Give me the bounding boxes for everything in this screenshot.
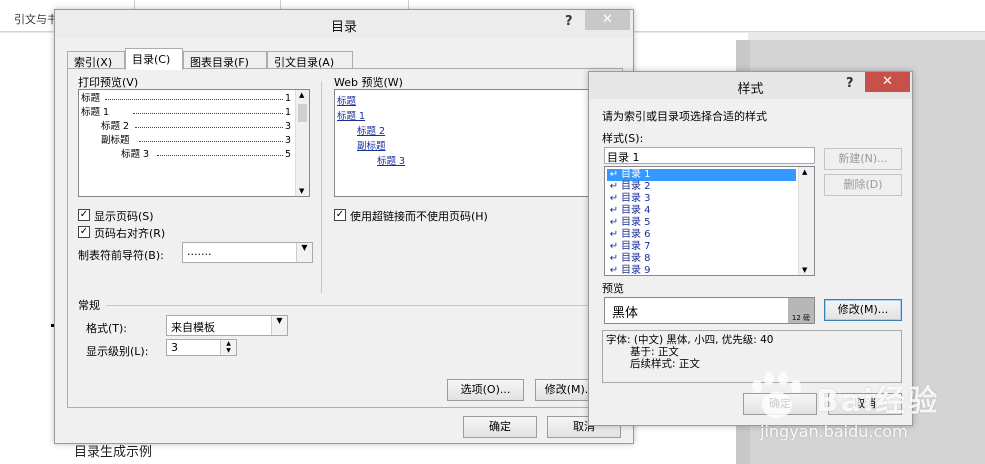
general-divider	[106, 305, 614, 306]
style-list-item[interactable]: ↵ 目录 8	[607, 253, 796, 265]
scroll-thumb[interactable]	[298, 104, 307, 122]
tab-authorities[interactable]: 引文目录(A)	[267, 51, 353, 69]
styles-list[interactable]: ↵ 目录 1 ↵ 目录 2 ↵ 目录 3 ↵ 目录 4 ↵ 目录 5 ↵ 目录 6 ↵ 目录 …	[604, 166, 815, 276]
preview-size: 12 磅	[788, 298, 814, 323]
print-preview-scrollbar[interactable]: ▲ ▼	[295, 90, 309, 196]
return-icon: ↵	[609, 229, 619, 240]
close-button[interactable]: ✕	[585, 10, 630, 30]
use-hyperlinks-label: 使用超链接而不使用页码(H)	[350, 210, 488, 223]
delete-style-button[interactable]: 删除(D)	[824, 174, 902, 196]
style-list-item[interactable]: ↵ 目录 7	[607, 241, 796, 253]
preview-text: 黑体	[612, 306, 639, 321]
return-icon: ↵	[609, 253, 619, 264]
show-page-numbers-label: 显示页码(S)	[94, 210, 154, 223]
style-dialog-title: 样式	[737, 82, 764, 97]
preview-label: 预览	[602, 282, 624, 295]
style-list-item[interactable]: ↵ 目录 3	[607, 193, 796, 205]
scroll-down-icon[interactable]: ▼	[802, 266, 807, 274]
style-instruction: 请为索引或目录项选择合适的样式	[602, 110, 767, 123]
styles-scrollbar[interactable]: ▲ ▼	[798, 167, 814, 275]
pp-entry: 标题 1	[81, 93, 291, 104]
pp-entry: 标题 1 1	[81, 107, 291, 118]
toc-titlebar: 目录 ? ✕	[55, 10, 633, 38]
style-list-item[interactable]: ↵ 目录 6	[607, 229, 796, 241]
close-button[interactable]: ✕	[865, 72, 910, 92]
ok-button[interactable]: 确定	[743, 393, 817, 415]
description-line: 基于: 正文	[630, 346, 679, 358]
web-preview-link[interactable]: 标题 1	[337, 108, 365, 122]
ok-button[interactable]: 确定	[463, 416, 537, 438]
help-icon[interactable]: ?	[846, 76, 854, 91]
return-icon: ↵	[609, 265, 619, 276]
stepper-arrows-icon[interactable]: ▲ ▼	[220, 340, 236, 355]
description-line: 后续样式: 正文	[630, 358, 700, 370]
general-section-label: 常规	[78, 299, 100, 312]
return-icon: ↵	[609, 193, 619, 204]
modify-style-button[interactable]: 修改(M)...	[824, 299, 902, 321]
style-titlebar: 样式 ? ✕	[589, 72, 912, 99]
print-preview-label: 打印预览(V)	[78, 76, 139, 89]
description-line: 字体: (中文) 黑体, 小四, 优先级: 40	[606, 334, 774, 346]
return-icon: ↵	[609, 241, 619, 252]
scroll-up-icon[interactable]: ▲	[802, 168, 807, 176]
toc-dialog: 目录 ? ✕ 索引(X) 目录(C) 图表目录(F) 引文目录(A) 打印预览(…	[54, 9, 634, 444]
web-preview-link[interactable]: 标题 2	[357, 123, 385, 137]
style-list-item[interactable]: ↵ 目录 4	[607, 205, 796, 217]
return-icon: ↵	[609, 181, 619, 192]
return-icon: ↵	[609, 205, 619, 216]
web-preview-link[interactable]: 标题 3	[377, 153, 405, 167]
options-button[interactable]: 选项(O)...	[447, 379, 524, 401]
web-preview-link[interactable]: 副标题	[357, 138, 386, 152]
style-list-item[interactable]: ↵ 目录 1	[607, 169, 796, 181]
tab-leader-label: 制表符前导符(B):	[78, 249, 164, 262]
tab-toc[interactable]: 目录(C)	[125, 48, 183, 70]
new-style-button[interactable]: 新建(N)...	[824, 148, 902, 170]
scroll-up-icon[interactable]: ▲	[299, 91, 304, 99]
pp-entry: 标题 2 3	[101, 121, 291, 132]
style-list-item[interactable]: ↵ 目录 5	[607, 217, 796, 229]
cancel-button[interactable]: 取消	[828, 393, 902, 415]
tab-leader-select[interactable]: ....... ▼	[182, 242, 313, 263]
levels-stepper[interactable]: 3 ▲ ▼	[166, 339, 237, 356]
style-preview-box: 黑体 12 磅	[604, 297, 815, 324]
show-page-numbers-checkbox[interactable]: ✓	[78, 209, 90, 221]
tab-figures[interactable]: 图表目录(F)	[183, 51, 267, 69]
style-list-item[interactable]: ↵ 目录 2	[607, 181, 796, 193]
web-preview-label: Web 预览(W)	[334, 76, 403, 89]
help-icon[interactable]: ?	[565, 14, 573, 29]
web-preview-link[interactable]: 标题	[337, 93, 356, 107]
return-icon: ↵	[609, 217, 619, 228]
style-dialog: 样式 ? ✕ 请为索引或目录项选择合适的样式 样式(S): 目录 1 ↵ 目录 1…	[588, 71, 913, 426]
toc-tab-panel: 打印预览(V) 标题 1 标题 1 1 标题 2 3 副标题 3 标题 3 5 …	[67, 68, 623, 408]
print-preview-box: 标题 1 标题 1 1 标题 2 3 副标题 3 标题 3 5 ▲ ▼	[78, 89, 310, 197]
styles-label: 样式(S):	[602, 132, 644, 145]
use-hyperlinks-checkbox[interactable]: ✓	[334, 209, 346, 221]
levels-label: 显示级别(L):	[86, 345, 149, 358]
preview-divider	[321, 81, 322, 293]
tab-index[interactable]: 索引(X)	[67, 51, 125, 69]
style-name-input[interactable]: 目录 1	[604, 147, 815, 164]
chevron-down-icon[interactable]: ▼	[271, 316, 287, 335]
return-icon: ↵	[609, 169, 619, 180]
style-list-item[interactable]: ↵ 目录 9	[607, 265, 796, 276]
scroll-down-icon[interactable]: ▼	[299, 187, 304, 195]
right-align-label: 页码右对齐(R)	[94, 227, 166, 240]
toc-dialog-title: 目录	[330, 20, 357, 35]
chevron-down-icon[interactable]: ▼	[296, 243, 312, 262]
pp-entry: 标题 3 5	[121, 149, 291, 160]
format-select[interactable]: 来自模板 ▼	[166, 315, 288, 336]
style-description: 字体: (中文) 黑体, 小四, 优先级: 40 基于: 正文 后续样式: 正文	[602, 330, 902, 383]
right-align-checkbox[interactable]: ✓	[78, 226, 90, 238]
format-label: 格式(T):	[86, 322, 128, 335]
web-preview-box: 标题 标题 1 标题 2 副标题 标题 3	[334, 89, 604, 197]
pp-entry: 副标题 3	[101, 135, 291, 146]
document-text: 目录生成示例	[74, 445, 153, 460]
